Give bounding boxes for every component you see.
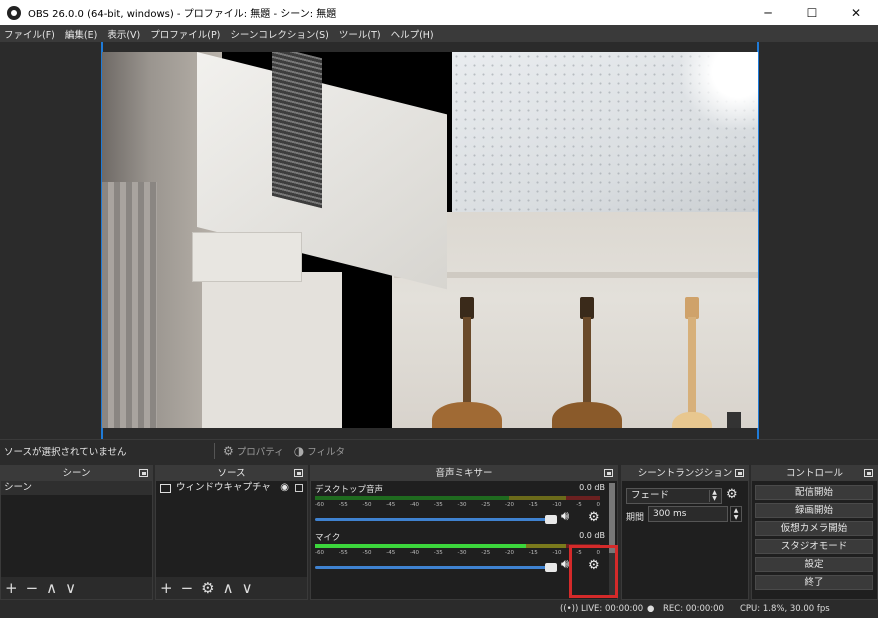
highlight-box xyxy=(569,545,618,598)
obs-logo-icon xyxy=(7,5,21,20)
no-source-label: ソースが選択されていません xyxy=(4,446,127,458)
volume-meter xyxy=(315,496,600,500)
scene-item[interactable]: シーン xyxy=(1,481,152,495)
exit-button[interactable]: 終了 xyxy=(755,575,873,590)
guitar-image xyxy=(667,297,717,428)
undock-icon[interactable] xyxy=(294,469,303,477)
undock-icon[interactable] xyxy=(864,469,873,477)
transition-select[interactable]: フェード ▲ ▼ xyxy=(626,488,722,504)
slider-handle[interactable] xyxy=(545,563,557,572)
duration-input[interactable]: 300 ms xyxy=(648,506,728,522)
menu-tools[interactable]: ツール(T) xyxy=(339,27,381,41)
speaker-icon[interactable]: 🔊︎ xyxy=(561,557,569,572)
minimize-button[interactable]: ─ xyxy=(746,0,790,25)
sources-dock: ソース ウィンドウキャプチャ ◉ + − ⚙ ∧ ∨ xyxy=(155,465,308,600)
rec-status: REC: 00:00:00 xyxy=(663,604,724,614)
track-name: デスクトップ音声 xyxy=(315,485,384,495)
menu-bar: ファイル(F) 編集(E) 表示(V) プロファイル(P) シーンコレクション(… xyxy=(0,25,878,42)
duration-spin-icon[interactable]: ▲ ▼ xyxy=(730,506,742,522)
gear-icon: ⚙ xyxy=(223,443,234,458)
menu-scene-collection[interactable]: シーンコレクション(S) xyxy=(230,27,328,41)
cpu-status: CPU: 1.8%, 30.00 fps xyxy=(740,604,830,614)
track-name: マイク xyxy=(315,533,341,543)
source-toolbar: ソースが選択されていません ⚙ プロパティ ◑ フィルタ xyxy=(0,439,878,461)
filters-button[interactable]: ◑ フィルタ xyxy=(294,444,345,458)
window-capture-icon xyxy=(160,483,171,493)
maximize-button[interactable]: ☐ xyxy=(790,0,834,25)
close-button[interactable]: ✕ xyxy=(834,0,878,25)
rec-icon: ● xyxy=(647,604,655,614)
settings-button[interactable]: 設定 xyxy=(755,557,873,572)
filter-icon: ◑ xyxy=(293,443,305,458)
source-properties-button[interactable]: ⚙ xyxy=(201,579,214,597)
remove-scene-button[interactable]: − xyxy=(26,579,39,597)
status-bar: ((•)) LIVE: 00:00:00 ● REC: 00:00:00 CPU… xyxy=(0,600,878,618)
move-down-button[interactable]: ∨ xyxy=(242,579,253,597)
controls-dock: コントロール 配信開始 録画開始 仮想カメラ開始 スタジオモード 設定 終了 xyxy=(751,465,878,600)
move-up-button[interactable]: ∧ xyxy=(223,579,234,597)
speaker-icon[interactable]: 🔊︎ xyxy=(561,509,569,524)
mixer-track-desktop: デスクトップ音声 0.0 dB -60 -55 -50 -45 -40 -35 -30 -25… xyxy=(311,481,617,529)
start-virtual-camera-button[interactable]: 仮想カメラ開始 xyxy=(755,521,873,536)
menu-file[interactable]: ファイル(F) xyxy=(4,27,55,41)
undock-icon[interactable] xyxy=(604,469,613,477)
live-status: LIVE: 00:00:00 xyxy=(581,604,644,614)
spin-arrows-icon: ▲ ▼ xyxy=(709,490,719,502)
visibility-eye-icon[interactable]: ◉ xyxy=(280,481,289,495)
menu-help[interactable]: ヘルプ(H) xyxy=(391,27,434,41)
live-icon: ((•)) xyxy=(560,604,579,614)
track-db: 0.0 dB xyxy=(579,483,605,492)
meter-scale: -60 -55 -50 -45 -40 -35 -30 -25 -20 -15 -10 -5 0 xyxy=(315,502,600,508)
move-down-button[interactable]: ∨ xyxy=(65,579,76,597)
title-bar: OBS 26.0.0 (64-bit, windows) - プロファイル: 無… xyxy=(0,0,878,25)
menu-edit[interactable]: 編集(E) xyxy=(65,27,97,41)
gear-icon[interactable]: ⚙ xyxy=(726,487,738,502)
scene-transitions-dock: シーントランジション フェード ▲ ▼ ⚙ 期間 300 ms ▲ ▼ xyxy=(621,465,749,600)
undock-icon[interactable] xyxy=(735,469,744,477)
volume-slider[interactable] xyxy=(315,515,557,524)
volume-meter xyxy=(315,544,600,548)
duration-label: 期間 xyxy=(626,513,645,523)
window-title: OBS 26.0.0 (64-bit, windows) - プロファイル: 無… xyxy=(28,9,337,20)
move-up-button[interactable]: ∧ xyxy=(46,579,57,597)
remove-source-button[interactable]: − xyxy=(181,579,194,597)
volume-slider[interactable] xyxy=(315,563,557,572)
undock-icon[interactable] xyxy=(139,469,148,477)
slider-handle[interactable] xyxy=(545,515,557,524)
guitar-image xyxy=(432,297,502,428)
start-recording-button[interactable]: 録画開始 xyxy=(755,503,873,518)
mixer-title: 音声ミキサー xyxy=(435,468,493,479)
track-db: 0.0 dB xyxy=(579,531,605,540)
add-scene-button[interactable]: + xyxy=(5,579,18,597)
menu-view[interactable]: 表示(V) xyxy=(107,27,140,41)
source-item[interactable]: ウィンドウキャプチャ ◉ xyxy=(156,481,307,495)
menu-profile[interactable]: プロファイル(P) xyxy=(150,27,220,41)
preview-area[interactable] xyxy=(0,42,878,439)
lock-icon[interactable] xyxy=(295,484,303,492)
start-streaming-button[interactable]: 配信開始 xyxy=(755,485,873,500)
scenes-dock: シーン シーン + − ∧ ∨ xyxy=(0,465,153,600)
guitar-image xyxy=(552,297,622,428)
add-source-button[interactable]: + xyxy=(160,579,173,597)
gear-icon[interactable]: ⚙ xyxy=(588,510,600,525)
transitions-title: シーントランジション xyxy=(637,468,733,479)
scenes-title: シーン xyxy=(62,468,91,479)
preview-canvas[interactable] xyxy=(102,52,758,428)
properties-button[interactable]: ⚙ プロパティ xyxy=(223,444,284,458)
studio-mode-button[interactable]: スタジオモード xyxy=(755,539,873,554)
controls-title: コントロール xyxy=(785,468,843,479)
sources-title: ソース xyxy=(217,468,246,479)
meter-scale: -60 -55 -50 -45 -40 -35 -30 -25 -20 -15 -10 -5 0 xyxy=(315,550,600,556)
